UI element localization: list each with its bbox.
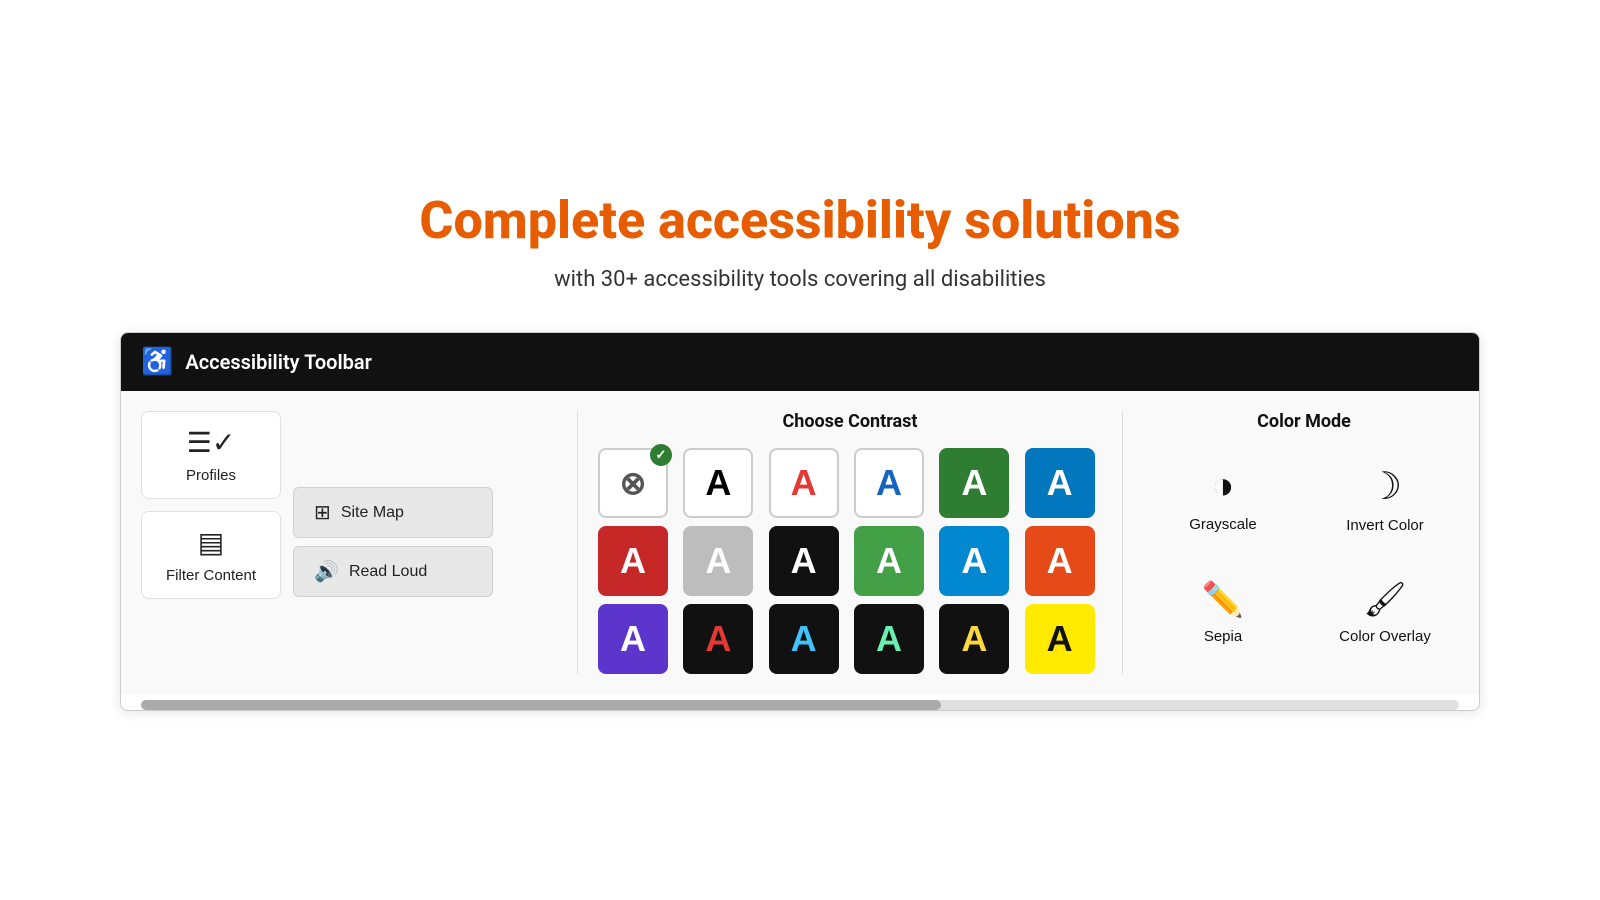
sepia-button[interactable]: ✏️ Sepia	[1149, 564, 1297, 661]
invert-icon: ☽	[1368, 464, 1402, 509]
contrast-grid: ⊗ ✓ A A A A A	[598, 448, 1102, 674]
contrast-white-purple[interactable]: A	[598, 604, 668, 674]
accessibility-icon: ♿	[141, 347, 173, 377]
sepia-icon: ✏️	[1202, 580, 1244, 620]
contrast-red-white[interactable]: A	[769, 448, 839, 518]
color-overlay-icon: 🖌	[1363, 580, 1406, 620]
contrast-blue-white[interactable]: A	[854, 448, 924, 518]
right-panel: Color Mode ◑ Grayscale ☽ Invert Color ✏️…	[1139, 411, 1459, 674]
contrast-white-red[interactable]: A	[598, 526, 668, 596]
contrast-title: Choose Contrast	[598, 411, 1102, 432]
filter-label: Filter Content	[166, 567, 256, 584]
contrast-white-gray[interactable]: A	[683, 526, 753, 596]
contrast-white-green2[interactable]: A	[854, 526, 924, 596]
profiles-icon: ☰✓	[187, 426, 236, 459]
contrast-yellow-black[interactable]: A	[939, 604, 1009, 674]
site-map-label: Site Map	[341, 504, 404, 522]
cancel-icon: ⊗	[620, 464, 647, 502]
hero-subtitle: with 30+ accessibility tools covering al…	[554, 267, 1046, 292]
contrast-red-black[interactable]: A	[683, 604, 753, 674]
icon-buttons-group: ☰✓ Profiles ▤ Filter Content	[141, 411, 281, 674]
contrast-white-black[interactable]: A	[769, 526, 839, 596]
scrollbar-track[interactable]	[141, 700, 1459, 710]
center-panel: Choose Contrast ⊗ ✓ A A A A	[577, 411, 1123, 674]
left-panel: ☰✓ Profiles ▤ Filter Content ⊞ Site Map …	[141, 411, 561, 674]
profiles-label: Profiles	[186, 467, 236, 484]
filter-icon: ▤	[198, 526, 224, 559]
grayscale-icon: ◑	[1212, 465, 1235, 508]
contrast-white-green[interactable]: A	[939, 448, 1009, 518]
invert-color-button[interactable]: ☽ Invert Color	[1311, 448, 1459, 550]
color-mode-title: Color Mode	[1149, 411, 1459, 432]
invert-label: Invert Color	[1346, 517, 1424, 534]
grayscale-label: Grayscale	[1189, 516, 1257, 533]
toolbar-header: ♿ Accessibility Toolbar	[121, 333, 1479, 391]
menu-buttons-group: ⊞ Site Map 🔊 Read Loud	[293, 411, 493, 674]
color-mode-grid: ◑ Grayscale ☽ Invert Color ✏️ Sepia 🖌 Co…	[1149, 448, 1459, 661]
scrollbar-thumb[interactable]	[141, 700, 941, 710]
grayscale-button[interactable]: ◑ Grayscale	[1149, 448, 1297, 550]
accessibility-toolbar: ♿ Accessibility Toolbar ☰✓ Profiles ▤ Fi…	[120, 332, 1480, 711]
contrast-default[interactable]: ⊗ ✓	[598, 448, 668, 518]
contrast-blue-black[interactable]: A	[769, 604, 839, 674]
toolbar-title: Accessibility Toolbar	[185, 350, 372, 374]
read-loud-label: Read Loud	[349, 563, 427, 581]
contrast-white-orange[interactable]: A	[1025, 526, 1095, 596]
profiles-button[interactable]: ☰✓ Profiles	[141, 411, 281, 499]
contrast-white-blue2[interactable]: A	[939, 526, 1009, 596]
contrast-black-white[interactable]: A	[683, 448, 753, 518]
contrast-green-black[interactable]: A	[854, 604, 924, 674]
sepia-label: Sepia	[1204, 628, 1242, 645]
read-loud-button[interactable]: 🔊 Read Loud	[293, 546, 493, 597]
hero-title: Complete accessibility solutions	[419, 190, 1180, 251]
color-overlay-button[interactable]: 🖌 Color Overlay	[1311, 564, 1459, 661]
read-loud-icon: 🔊	[314, 559, 339, 584]
contrast-white-teal[interactable]: A	[1025, 448, 1095, 518]
site-map-button[interactable]: ⊞ Site Map	[293, 487, 493, 538]
toolbar-body: ☰✓ Profiles ▤ Filter Content ⊞ Site Map …	[121, 391, 1479, 694]
site-map-icon: ⊞	[314, 500, 331, 525]
filter-content-button[interactable]: ▤ Filter Content	[141, 511, 281, 599]
contrast-black-yellow[interactable]: A	[1025, 604, 1095, 674]
color-overlay-label: Color Overlay	[1339, 628, 1431, 645]
selected-check: ✓	[650, 444, 672, 466]
